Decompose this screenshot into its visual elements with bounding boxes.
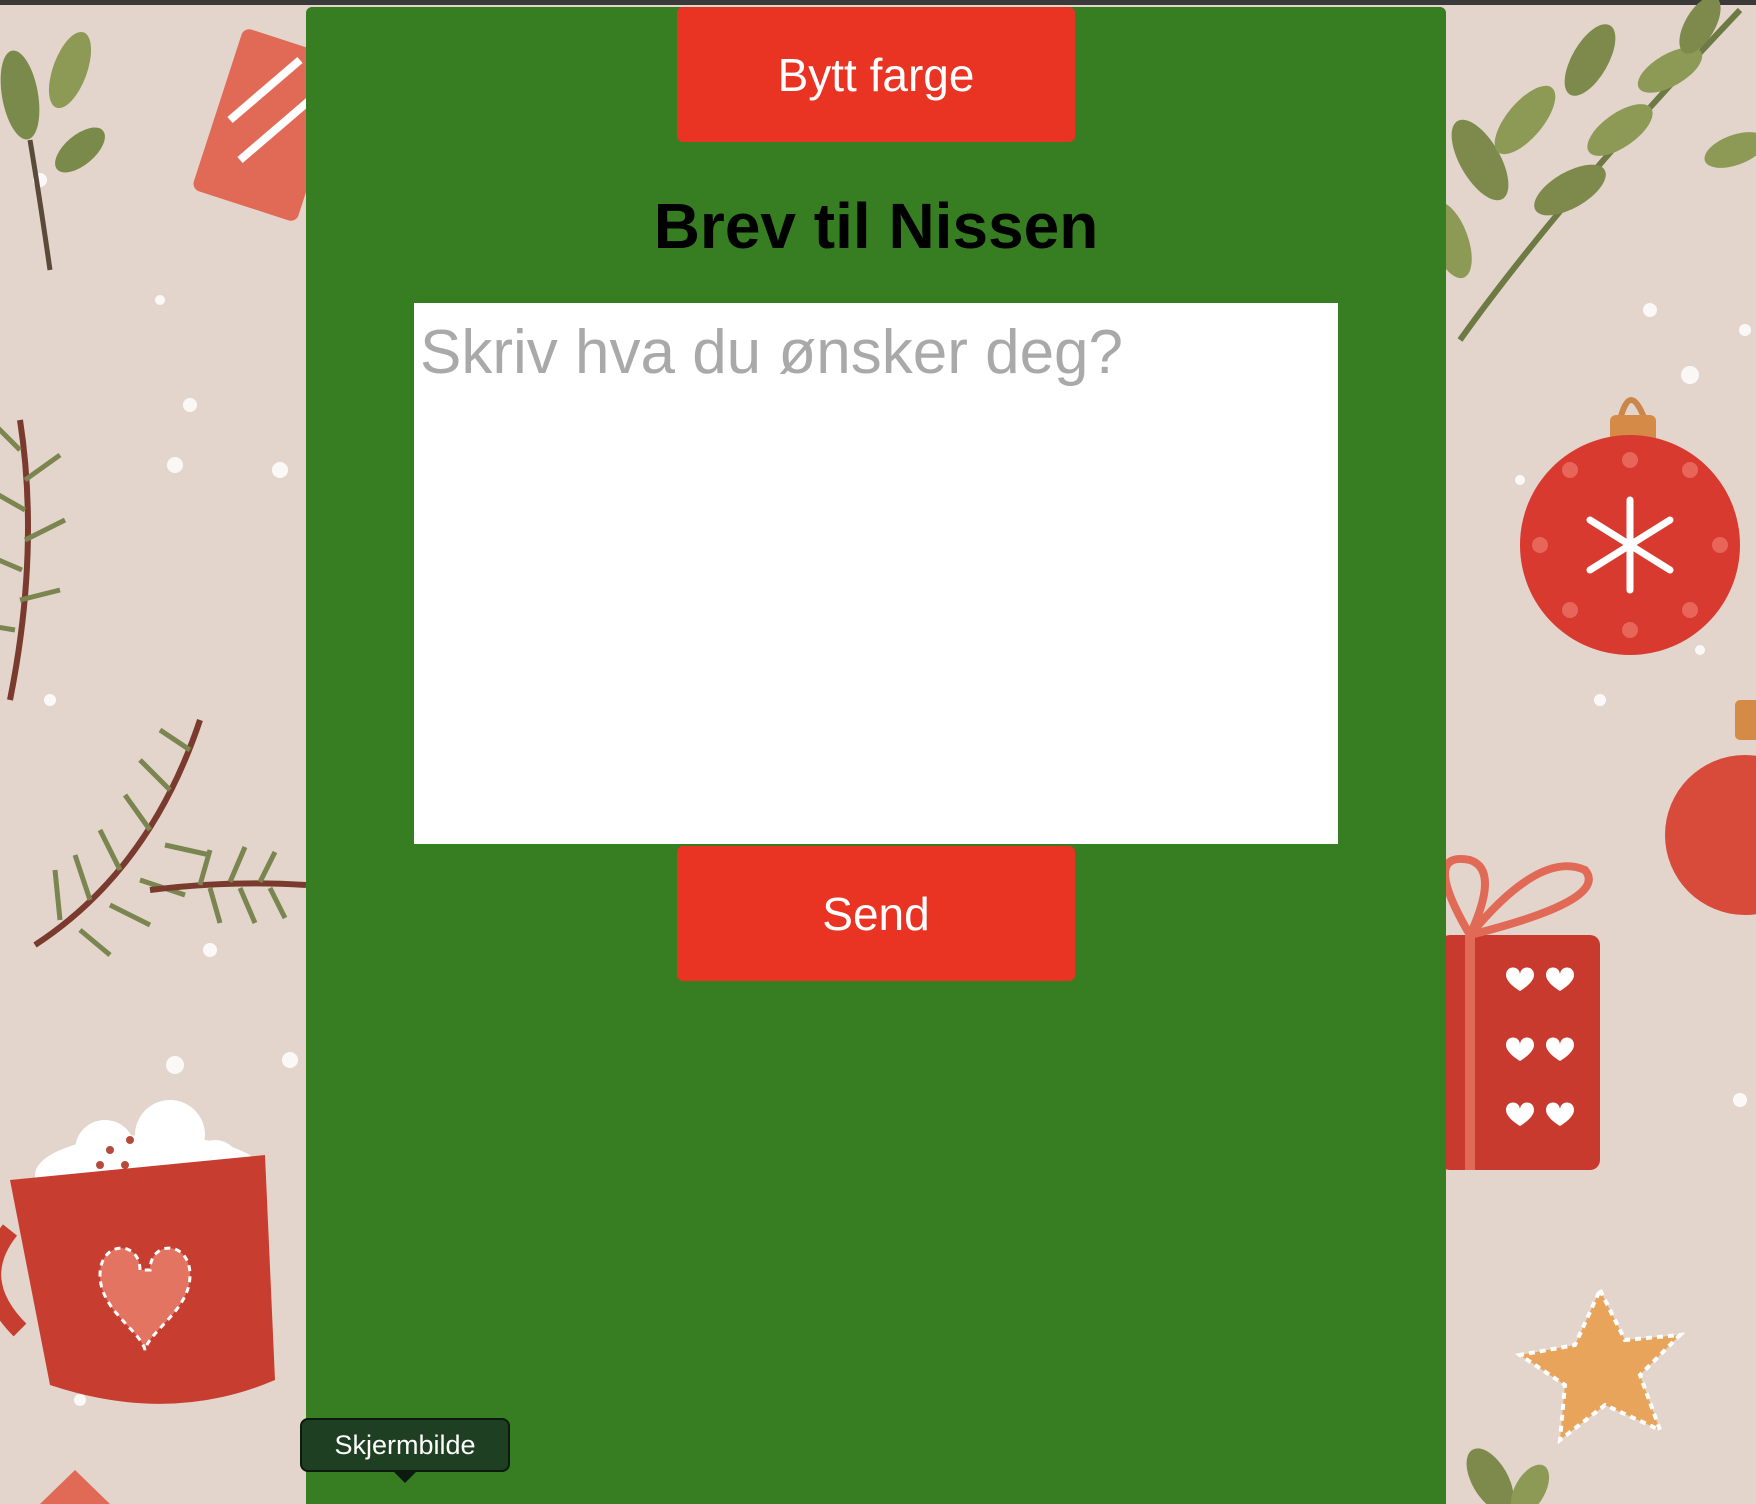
- wish-textarea[interactable]: [414, 303, 1338, 844]
- screenshot-tooltip: Skjermbilde: [300, 1418, 510, 1472]
- leaf-branch-icon: [1428, 0, 1756, 342]
- page-title: Brev til Nissen: [653, 190, 1099, 262]
- pine-branch-icon: [0, 419, 307, 957]
- send-button[interactable]: Send: [677, 846, 1075, 981]
- mistletoe-icon: [0, 31, 105, 271]
- leaf-branch-icon: [1466, 1448, 1550, 1504]
- ornament-icon: [1520, 397, 1740, 655]
- cocoa-mug-icon: [0, 1100, 275, 1404]
- gift-icon: [1440, 854, 1600, 1170]
- tooltip-arrow: [392, 1470, 418, 1483]
- star-cookie-icon: [1514, 1285, 1686, 1445]
- letter-panel: Bytt farge Brev til Nissen Send: [306, 7, 1446, 1504]
- change-color-button[interactable]: Bytt farge: [677, 7, 1075, 142]
- gift-icon: [40, 1470, 110, 1504]
- ornament-icon: [1665, 700, 1756, 915]
